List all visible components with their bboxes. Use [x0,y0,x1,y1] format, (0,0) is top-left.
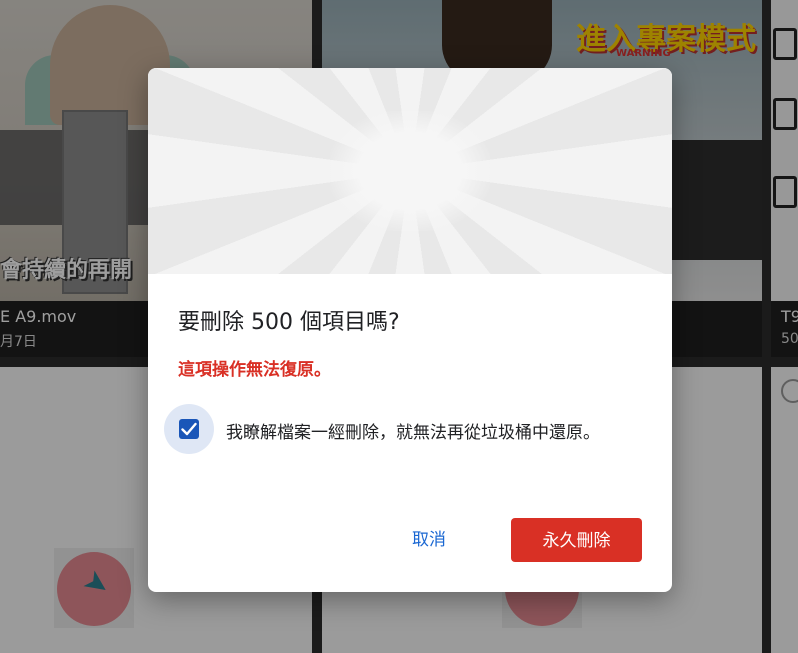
irreversible-warning: 這項操作無法復原。 [178,360,331,380]
cancel-button[interactable]: 取消 [400,518,458,562]
delete-confirm-dialog: 要刪除 500 個項目嗎? 這項操作無法復原。 我瞭解檔案一經刪除，就無法再從垃… [148,68,672,592]
dialog-illustration [148,68,672,274]
delete-forever-button[interactable]: 永久刪除 [511,518,642,562]
illustration-center [330,111,490,231]
dialog-title: 要刪除 500 個項目嗎? [178,310,400,335]
acknowledge-checkbox-row[interactable]: 我瞭解檔案一經刪除，就無法再從垃圾桶中還原。 [164,404,664,454]
acknowledge-checkbox[interactable] [179,419,199,439]
acknowledge-checkbox-label[interactable]: 我瞭解檔案一經刪除，就無法再從垃圾桶中還原。 [226,418,600,443]
checkmark-icon [181,422,197,436]
